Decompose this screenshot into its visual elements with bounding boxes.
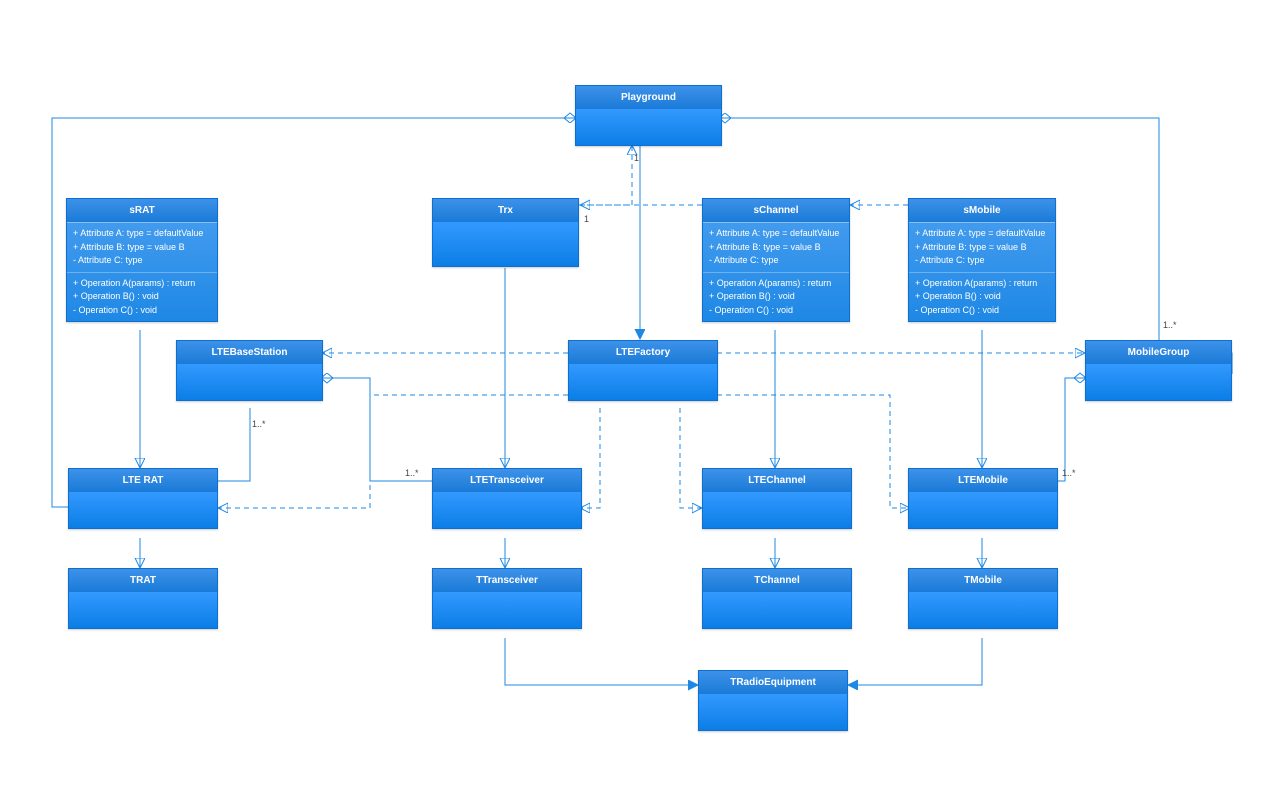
class-title: sMobile (909, 199, 1055, 223)
class-ltechannel[interactable]: LTEChannel (702, 468, 852, 529)
class-lterat[interactable]: LTE RAT (68, 468, 218, 529)
class-title: Trx (433, 199, 578, 222)
class-playground[interactable]: Playground (575, 85, 722, 146)
class-ltebasestation[interactable]: LTEBaseStation (176, 340, 323, 401)
class-schannel[interactable]: sChannel + Attribute A: type = defaultVa… (702, 198, 850, 322)
class-title: sRAT (67, 199, 217, 223)
multiplicity: 1..* (405, 468, 419, 478)
multiplicity: 1 (634, 153, 639, 163)
class-tradioequipment[interactable]: TRadioEquipment (698, 670, 848, 731)
class-mobilegroup[interactable]: MobileGroup (1085, 340, 1232, 401)
class-ltemobile[interactable]: LTEMobile (908, 468, 1058, 529)
class-trat[interactable]: TRAT (68, 568, 218, 629)
class-smobile[interactable]: sMobile + Attribute A: type = defaultVal… (908, 198, 1056, 322)
class-title: Playground (576, 86, 721, 109)
class-tmobile[interactable]: TMobile (908, 568, 1058, 629)
class-title: sChannel (703, 199, 849, 223)
class-ttransceiver[interactable]: TTransceiver (432, 568, 582, 629)
class-trx[interactable]: Trx (432, 198, 579, 267)
multiplicity: 1..* (1062, 468, 1076, 478)
multiplicity: 1 (584, 214, 589, 224)
class-srat[interactable]: sRAT + Attribute A: type = defaultValue … (66, 198, 218, 322)
class-ltefactory[interactable]: LTEFactory (568, 340, 718, 401)
class-ltetransceiver[interactable]: LTETransceiver (432, 468, 582, 529)
multiplicity: 1..* (1163, 320, 1177, 330)
multiplicity: 1..* (252, 419, 266, 429)
class-tchannel[interactable]: TChannel (702, 568, 852, 629)
